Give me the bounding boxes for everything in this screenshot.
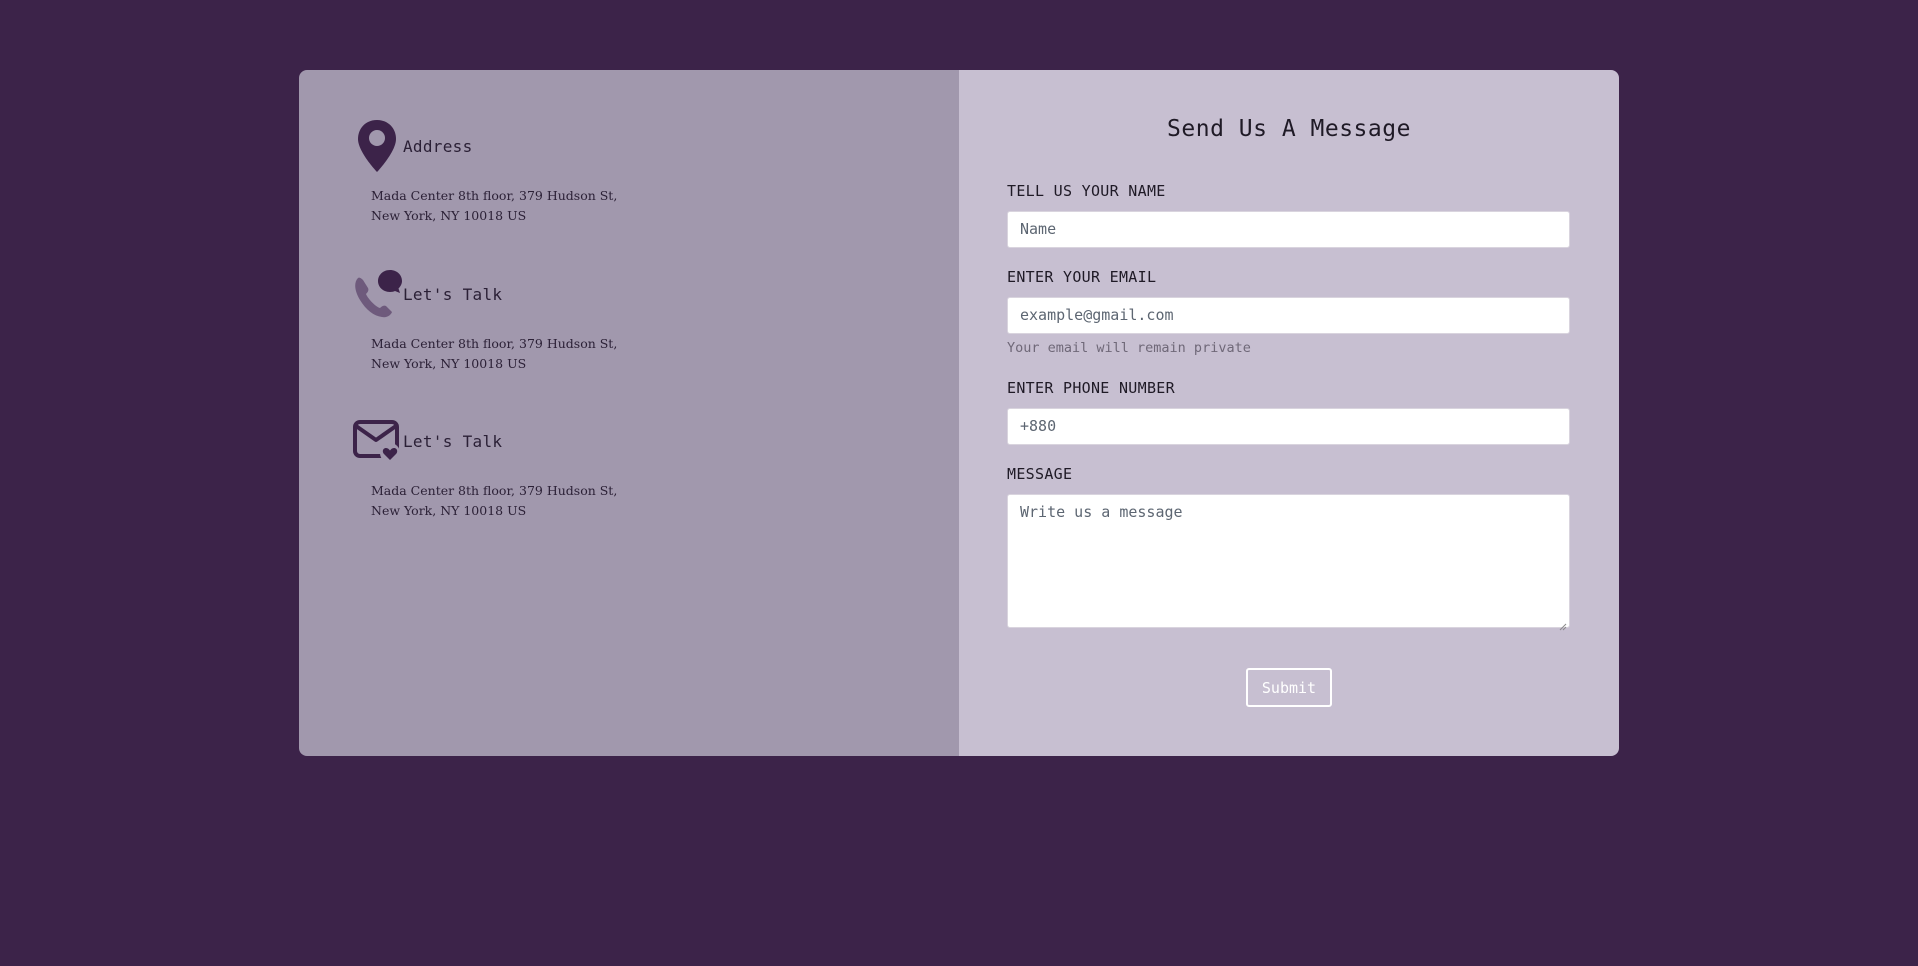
info-talk: Let's Talk Mada Center 8th floor, 379 Hu… xyxy=(351,266,617,374)
message-form-panel: Send Us A Message TELL US YOUR NAME Name… xyxy=(959,70,1619,756)
info-address: Address Mada Center 8th floor, 379 Hudso… xyxy=(351,118,617,226)
message-textarea[interactable]: Write us a message xyxy=(1007,494,1570,631)
map-pin-icon xyxy=(351,118,403,174)
info-title: Address xyxy=(403,136,473,156)
email-label: ENTER YOUR EMAIL xyxy=(1007,268,1157,286)
info-title: Let's Talk xyxy=(403,284,503,304)
mail-heart-icon xyxy=(351,413,403,469)
email-hint: Your email will remain private xyxy=(1007,340,1251,356)
message-label: MESSAGE xyxy=(1007,465,1073,483)
info-email: Let's Talk Mada Center 8th floor, 379 Hu… xyxy=(351,413,617,521)
phone-input[interactable]: +880 xyxy=(1007,408,1570,445)
submit-button[interactable]: Submit xyxy=(1246,668,1332,707)
resize-grip-icon[interactable] xyxy=(1559,617,1567,631)
info-text: Mada Center 8th floor, 379 Hudson St, Ne… xyxy=(371,336,618,371)
contact-card: Address Mada Center 8th floor, 379 Hudso… xyxy=(299,70,1619,756)
info-text: Mada Center 8th floor, 379 Hudson St, Ne… xyxy=(371,188,618,223)
message-placeholder: Write us a message xyxy=(1020,503,1183,521)
info-title: Let's Talk xyxy=(403,431,503,451)
contact-info-panel: Address Mada Center 8th floor, 379 Hudso… xyxy=(299,70,959,756)
name-input[interactable]: Name xyxy=(1007,211,1570,248)
phone-label: ENTER PHONE NUMBER xyxy=(1007,379,1175,397)
form-title: Send Us A Message xyxy=(1167,116,1411,142)
email-input[interactable]: example@gmail.com xyxy=(1007,297,1570,334)
info-text: Mada Center 8th floor, 379 Hudson St, Ne… xyxy=(371,483,618,518)
phone-chat-icon xyxy=(351,266,403,322)
name-label: TELL US YOUR NAME xyxy=(1007,182,1166,200)
